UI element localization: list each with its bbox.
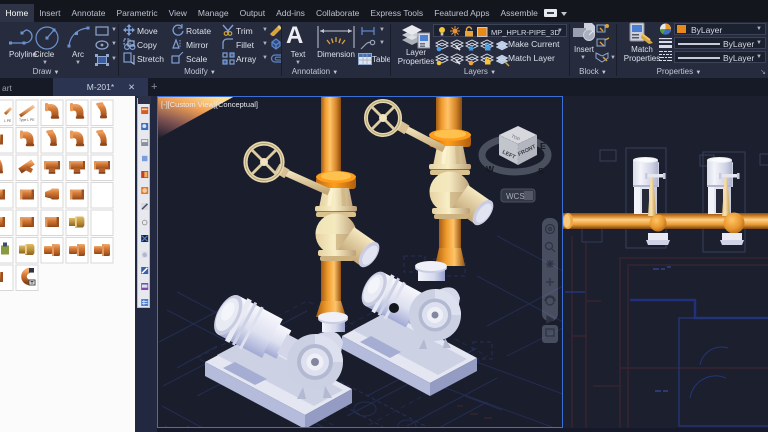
svg-text:[-][Custom View][Conceptual]: [-][Custom View][Conceptual]: [161, 100, 258, 109]
svg-text:E: E: [540, 141, 546, 151]
svg-text:S: S: [538, 166, 544, 176]
svg-text:L PE: L PE: [4, 119, 12, 123]
svg-text:WCS: WCS: [506, 192, 525, 201]
svg-text:W: W: [486, 164, 495, 174]
